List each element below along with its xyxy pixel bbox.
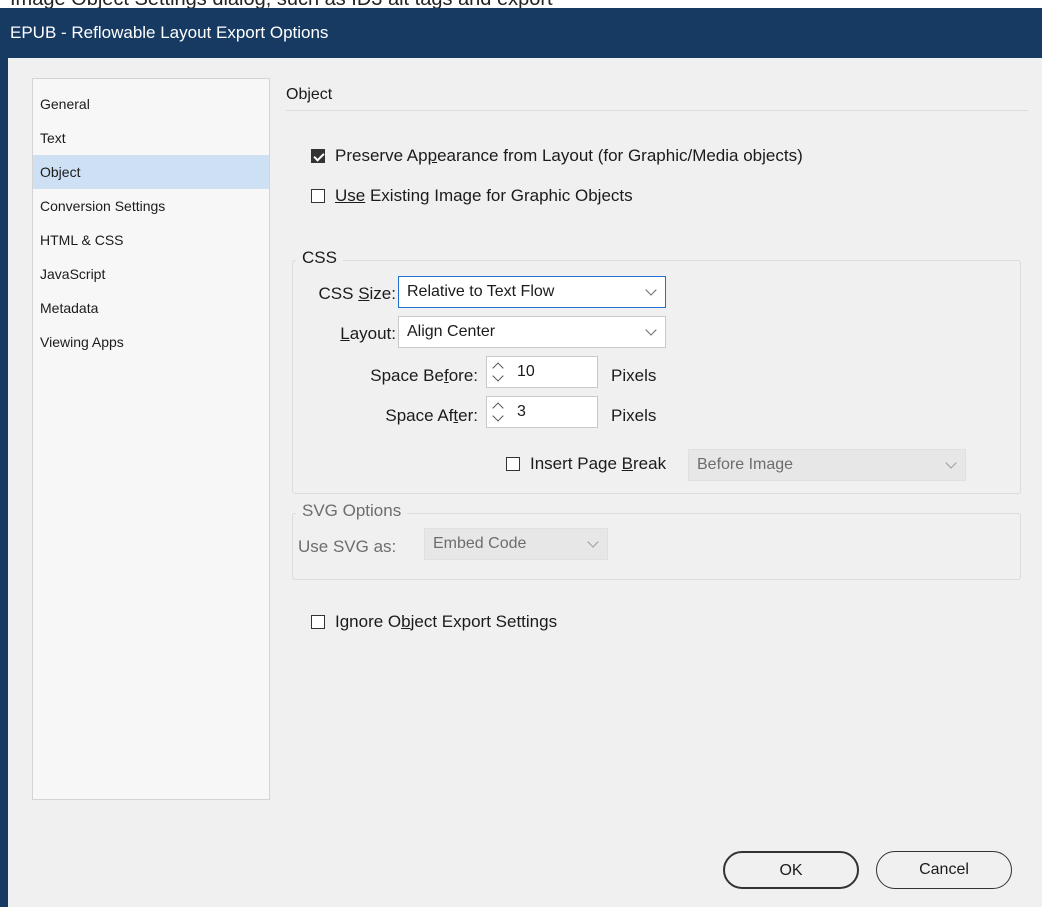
dialog-title-bar: EPUB - Reflowable Layout Export Options — [0, 8, 1042, 58]
css-size-select[interactable]: Relative to Text Flow — [398, 276, 666, 308]
space-before-value[interactable]: 10 — [517, 357, 535, 387]
nav-item-object[interactable]: Object — [33, 155, 269, 189]
use-svg-label: Use SVG as: — [298, 537, 397, 556]
space-after-label: Space After: — [385, 406, 478, 425]
preserve-appearance-checkbox[interactable] — [311, 149, 325, 163]
dialog-title: EPUB - Reflowable Layout Export Options — [10, 23, 329, 42]
chevron-down-icon — [645, 324, 657, 336]
background-window-text: Image Object Settings dialog, such as ID… — [10, 0, 553, 8]
nav-item-viewing-apps[interactable]: Viewing Apps — [33, 325, 269, 359]
svg-mode-select[interactable]: Embed Code — [424, 528, 608, 560]
preserve-appearance-option[interactable]: Preserve Appearance from Layout (for Gra… — [311, 146, 803, 166]
space-after-value[interactable]: 3 — [517, 397, 526, 427]
ignore-object-export-option[interactable]: Ignore Object Export Settings — [311, 612, 557, 632]
layout-value: Align Center — [407, 323, 496, 340]
svg-options-title: SVG Options — [296, 501, 408, 521]
stepper-arrows-icon[interactable] — [491, 400, 505, 424]
use-existing-image-option[interactable]: Use Existing Image for Graphic Objects — [311, 186, 633, 206]
space-before-label: Space Before: — [370, 366, 478, 385]
nav-item-javascript[interactable]: JavaScript — [33, 257, 269, 291]
section-title: Object — [286, 86, 333, 103]
ignore-object-export-label: Ignore Object Export Settings — [335, 612, 558, 631]
cancel-button[interactable]: Cancel — [876, 851, 1012, 889]
nav-item-metadata[interactable]: Metadata — [33, 291, 269, 325]
preserve-appearance-label: Preserve Appearance from Layout (for Gra… — [335, 146, 803, 165]
css-size-label: CSS Size: — [318, 284, 397, 303]
page-break-value: Before Image — [697, 456, 794, 473]
ignore-object-export-checkbox[interactable] — [311, 615, 325, 629]
insert-page-break-checkbox[interactable] — [506, 457, 520, 471]
stepper-arrows-icon[interactable] — [491, 360, 505, 384]
nav-item-conversion-settings[interactable]: Conversion Settings — [33, 189, 269, 223]
space-after-stepper[interactable]: 3 — [486, 396, 598, 428]
chevron-down-icon — [587, 536, 599, 548]
page-break-select[interactable]: Before Image — [688, 449, 966, 481]
nav-item-general[interactable]: General — [33, 87, 269, 121]
use-existing-image-checkbox[interactable] — [311, 189, 325, 203]
use-existing-image-label: Use Existing Image for Graphic Objects — [335, 186, 633, 205]
category-list: General Text Object Conversion Settings … — [32, 78, 270, 800]
chevron-down-icon — [645, 284, 657, 296]
space-after-unit: Pixels — [611, 406, 657, 425]
layout-label: Layout: — [340, 324, 396, 343]
insert-page-break-label: Insert Page Break — [530, 454, 667, 473]
svg-mode-value: Embed Code — [433, 535, 527, 552]
export-options-dialog: General Text Object Conversion Settings … — [0, 58, 1042, 907]
insert-page-break-option[interactable]: Insert Page Break — [506, 454, 666, 474]
ok-button[interactable]: OK — [723, 851, 859, 889]
chevron-down-icon — [945, 457, 957, 469]
nav-item-html-css[interactable]: HTML & CSS — [33, 223, 269, 257]
nav-item-text[interactable]: Text — [33, 121, 269, 155]
background-window-strip: Image Object Settings dialog, such as ID… — [0, 0, 1042, 8]
css-size-value: Relative to Text Flow — [407, 283, 555, 300]
space-before-stepper[interactable]: 10 — [486, 356, 598, 388]
svg-options-group — [292, 513, 1021, 580]
layout-select[interactable]: Align Center — [398, 316, 666, 348]
dialog-left-border — [0, 58, 8, 907]
section-divider — [286, 110, 1028, 111]
css-group-title: CSS — [296, 248, 343, 268]
space-before-unit: Pixels — [611, 366, 657, 385]
